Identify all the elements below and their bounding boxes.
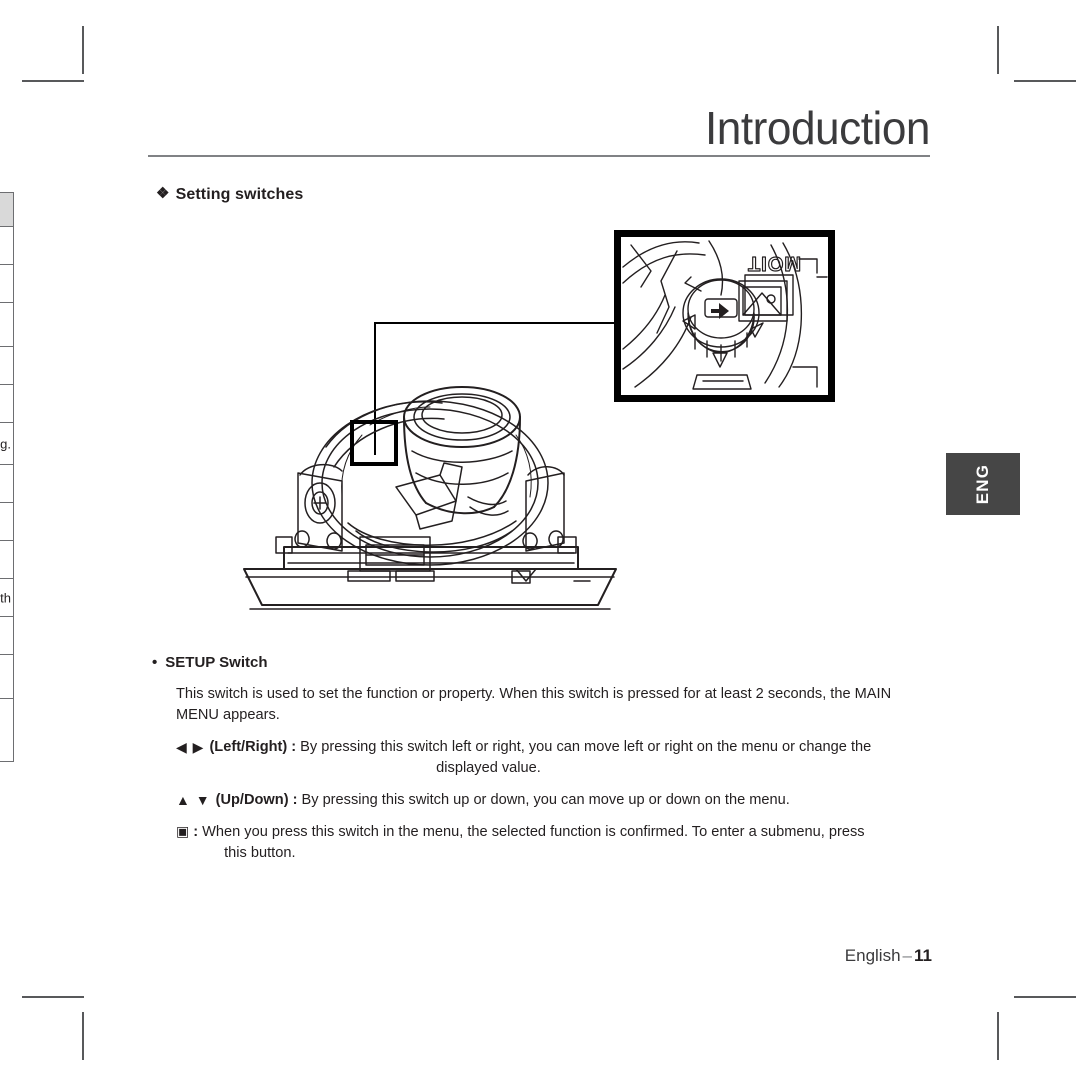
- language-side-tab: ENG: [946, 453, 1020, 515]
- section-heading: ❖ Setting switches: [156, 184, 303, 204]
- crop-mark-6: [997, 1012, 999, 1060]
- left-right-description: By pressing this switch left or right, y…: [300, 737, 932, 779]
- left-right-item: ◀ ▶ (Left/Right) : By pressing this swit…: [176, 737, 932, 779]
- crop-mark-0: [82, 26, 84, 74]
- switch-detail-inset: MOIT: [614, 230, 835, 402]
- page-header: Introduction: [148, 102, 930, 158]
- setup-switch-heading-label: SETUP Switch: [165, 654, 268, 671]
- facing-page-table-row: [0, 465, 13, 503]
- facing-page-table-row: [0, 265, 13, 303]
- setup-switch-heading: • SETUP Switch: [152, 654, 268, 671]
- figure-setting-switches: MOIT: [140, 215, 940, 625]
- footer-dash: –: [902, 946, 913, 965]
- facing-page-table-row: [0, 347, 13, 385]
- facing-page-table-row: [0, 541, 13, 579]
- switch-highlight-box: [350, 420, 398, 466]
- crop-mark-1: [22, 80, 84, 82]
- left-right-arrows-icon: ◀ ▶: [176, 739, 205, 755]
- facing-page-table-row: [0, 193, 13, 227]
- enter-description: When you press this switch in the menu, …: [202, 822, 932, 864]
- intro-paragraph: This switch is used to set the function …: [176, 686, 892, 723]
- switch-detail-illustration: MOIT: [622, 240, 828, 390]
- facing-page-table-row: [0, 617, 13, 655]
- facing-page-table-row: th: [0, 579, 13, 617]
- facing-page-table-bleed: g. th: [0, 192, 14, 762]
- facing-page-table-row: [0, 655, 13, 699]
- facing-page-table-row: [0, 699, 13, 761]
- up-down-description: By pressing this switch up or down, you …: [301, 792, 790, 808]
- facing-page-table-cell-text: g.: [0, 436, 11, 451]
- enter-label: :: [193, 824, 199, 840]
- language-side-tab-label: ENG: [973, 463, 992, 505]
- crop-mark-7: [1014, 996, 1076, 998]
- header-rule: [148, 155, 930, 158]
- up-down-item: ▲ ▼ (Up/Down) : By pressing this switch …: [176, 790, 932, 811]
- facing-page-table-cell-text: th: [0, 590, 11, 605]
- camera-illustration: [243, 386, 617, 610]
- up-down-label: (Up/Down) :: [215, 792, 298, 808]
- enter-square-icon: ▣: [176, 823, 190, 839]
- facing-page-table-row: [0, 303, 13, 347]
- crop-mark-4: [82, 1012, 84, 1060]
- footer-language-label: English: [844, 946, 901, 965]
- footer-page-number: 11: [914, 946, 932, 965]
- section-heading-label: Setting switches: [175, 186, 304, 203]
- facing-page-table-row: [0, 385, 13, 423]
- facing-page-table-row: g.: [0, 423, 13, 465]
- body-copy: This switch is used to set the function …: [176, 684, 932, 864]
- crop-mark-3: [1014, 80, 1076, 82]
- enter-description-line2: this button.: [224, 845, 296, 861]
- facing-page-table-row: [0, 503, 13, 541]
- leader-line-horizontal: [374, 322, 616, 324]
- enter-item: ▣ : When you press this switch in the me…: [176, 822, 932, 864]
- diamond-bullet-icon: ❖: [156, 185, 170, 202]
- enter-description-line1: When you press this switch in the menu, …: [202, 824, 865, 840]
- dot-bullet-icon: •: [152, 654, 158, 671]
- page-title: Introduction: [704, 102, 930, 154]
- left-right-description-line1: By pressing this switch left or right, y…: [300, 739, 872, 755]
- up-down-arrows-icon: ▲ ▼: [176, 792, 211, 808]
- facing-page-table-row: [0, 227, 13, 265]
- crop-mark-2: [997, 26, 999, 74]
- left-right-label: (Left/Right) :: [209, 739, 297, 755]
- page-footer: English –11: [0, 946, 932, 966]
- svg-text:MOIT: MOIT: [747, 252, 801, 274]
- left-right-description-line2: displayed value.: [436, 760, 541, 776]
- crop-mark-5: [22, 996, 84, 998]
